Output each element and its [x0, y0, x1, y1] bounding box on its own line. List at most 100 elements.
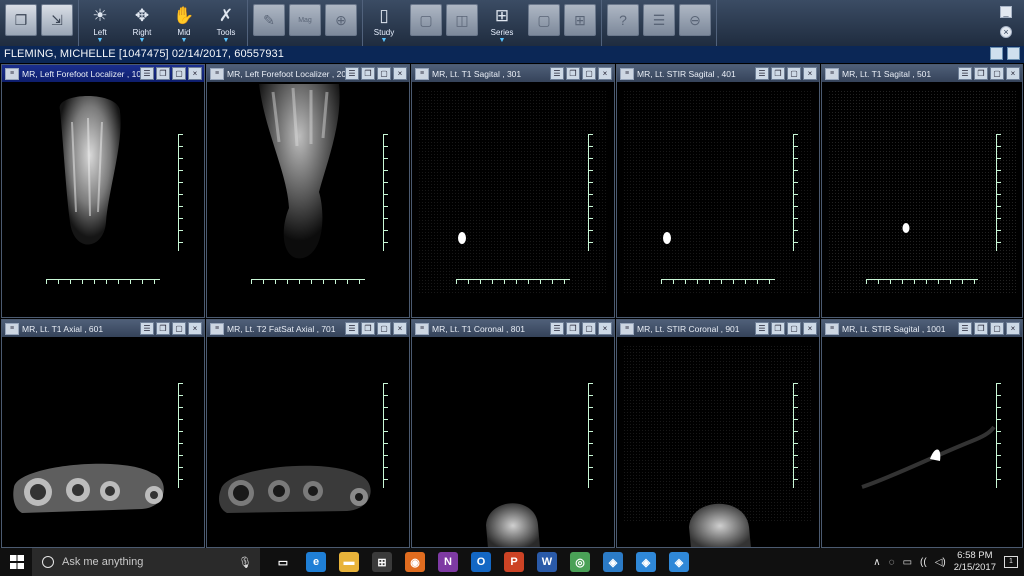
viewport-maximize-icon[interactable]: ▢ [172, 67, 186, 80]
viewport-info-icon[interactable]: ☰ [140, 322, 154, 335]
right-button[interactable]: ✥ Right [126, 4, 158, 37]
viewport-5[interactable]: ≡ MR, Lt. T1 Sagital , 501 ☰ ❐ ▢ × [821, 64, 1023, 318]
stop-button[interactable]: ⊖ [679, 4, 711, 36]
viewport-info-icon[interactable]: ☰ [345, 67, 359, 80]
copy-image-button[interactable]: ❐ [5, 4, 37, 36]
viewport-info-icon[interactable]: ☰ [958, 67, 972, 80]
localize-button[interactable]: ⊕ [325, 4, 357, 36]
left-button[interactable]: ☀ Left [84, 4, 116, 37]
viewport-8[interactable]: ≡ MR, Lt. T1 Coronal , 801 ☰ ❐ ▢ × [411, 319, 615, 548]
word-icon[interactable]: W [537, 552, 557, 572]
pacs-viewer-icon[interactable]: ◈ [603, 552, 623, 572]
microphone-icon[interactable]: 🎙 [238, 556, 252, 569]
viewport-maximize-icon[interactable]: ▢ [990, 322, 1004, 335]
viewport-menu-icon[interactable]: ≡ [415, 67, 429, 80]
viewport-copy-icon[interactable]: ❐ [156, 322, 170, 335]
viewport-info-icon[interactable]: ☰ [550, 322, 564, 335]
viewport-maximize-icon[interactable]: ▢ [990, 67, 1004, 80]
viewport-menu-icon[interactable]: ≡ [415, 322, 429, 335]
viewport-image[interactable] [2, 82, 204, 317]
viewport-copy-icon[interactable]: ❐ [974, 67, 988, 80]
export-button[interactable]: ⇲ [41, 4, 73, 36]
viewport-maximize-icon[interactable]: ▢ [172, 322, 186, 335]
chevron-up-icon[interactable]: ∧ [873, 557, 880, 568]
viewport-close-icon[interactable]: × [1006, 67, 1020, 80]
viewport-1[interactable]: ≡ MR, Left Forefoot Localizer , 101 ☰ ❐ ▢ × [1, 64, 205, 318]
viewport-image[interactable] [617, 82, 819, 317]
viewport-copy-icon[interactable]: ❐ [771, 322, 785, 335]
viewport-menu-icon[interactable]: ≡ [620, 322, 634, 335]
viewport-4[interactable]: ≡ MR, Lt. STIR Sagital , 401 ☰ ❐ ▢ × [616, 64, 820, 318]
viewport-copy-icon[interactable]: ❐ [361, 322, 375, 335]
viewport-copy-icon[interactable]: ❐ [361, 67, 375, 80]
viewport-info-icon[interactable]: ☰ [755, 67, 769, 80]
viewport-maximize-icon[interactable]: ▢ [377, 67, 391, 80]
help-button[interactable]: ? [607, 4, 639, 36]
viewport-close-icon[interactable]: × [393, 322, 407, 335]
viewport-10[interactable]: ≡ MR, Lt. STIR Sagital , 1001 ☰ ❐ ▢ × [821, 319, 1023, 548]
viewport-copy-icon[interactable]: ❐ [566, 67, 580, 80]
viewport-close-icon[interactable]: × [803, 322, 817, 335]
viewport-image[interactable] [412, 82, 614, 317]
viewport-maximize-icon[interactable]: ▢ [787, 322, 801, 335]
windows-start-icon[interactable] [10, 555, 24, 569]
outlook-icon[interactable]: O [471, 552, 491, 572]
viewport-menu-icon[interactable]: ≡ [620, 67, 634, 80]
viewport-9[interactable]: ≡ MR, Lt. STIR Coronal , 901 ☰ ❐ ▢ × [616, 319, 820, 548]
viewport-maximize-icon[interactable]: ▢ [377, 322, 391, 335]
volume-icon[interactable]: ◁) [935, 557, 946, 568]
viewport-close-icon[interactable]: × [188, 67, 202, 80]
viewport-7[interactable]: ≡ MR, Lt. T2 FatSat Axial , 701 ☰ ❐ ▢ × [206, 319, 410, 548]
pacs-app-2-icon[interactable]: ◈ [636, 552, 656, 572]
firefox-icon[interactable]: ◉ [405, 552, 425, 572]
viewport-image[interactable] [822, 337, 1022, 547]
viewport-close-icon[interactable]: × [598, 67, 612, 80]
viewport-maximize-icon[interactable]: ▢ [787, 67, 801, 80]
viewport-image[interactable] [2, 337, 204, 547]
viewport-info-icon[interactable]: ☰ [550, 67, 564, 80]
edge-icon[interactable]: e [306, 552, 326, 572]
viewport-close-icon[interactable]: × [803, 67, 817, 80]
viewport-image[interactable] [412, 337, 614, 547]
action-center-icon[interactable]: 1 [1004, 556, 1018, 568]
taskbar-clock[interactable]: 6:58 PM 2/15/2017 [954, 550, 996, 574]
viewport-menu-icon[interactable]: ≡ [210, 322, 224, 335]
tools-button[interactable]: ✗ Tools [210, 4, 242, 37]
network-icon[interactable]: ◌ [889, 557, 895, 568]
layout-1x2-button[interactable]: ◫ [446, 4, 478, 36]
viewport-close-icon[interactable]: × [598, 322, 612, 335]
viewport-2[interactable]: ≡ MR, Left Forefoot Localizer , 201 ☰ ❐ ▢ × [206, 64, 410, 318]
viewport-info-icon[interactable]: ☰ [140, 67, 154, 80]
onenote-icon[interactable]: N [438, 552, 458, 572]
store-icon[interactable]: ⊞ [372, 552, 392, 572]
battery-icon[interactable]: ▭ [903, 557, 912, 568]
patient-close-icon[interactable] [1007, 47, 1020, 60]
image-1x1-button[interactable]: ▢ [528, 4, 560, 36]
viewport-6[interactable]: ≡ MR, Lt. T1 Axial , 601 ☰ ❐ ▢ × [1, 319, 205, 548]
viewport-copy-icon[interactable]: ❐ [156, 67, 170, 80]
layout-1x1-button[interactable]: ▢ [410, 4, 442, 36]
viewport-close-icon[interactable]: × [188, 322, 202, 335]
viewport-image[interactable] [617, 337, 819, 547]
viewport-info-icon[interactable]: ☰ [755, 322, 769, 335]
viewport-menu-icon[interactable]: ≡ [5, 322, 19, 335]
wifi-icon[interactable]: (( [920, 557, 927, 568]
powerpoint-icon[interactable]: P [504, 552, 524, 572]
viewport-copy-icon[interactable]: ❐ [771, 67, 785, 80]
report-button[interactable]: ✎ [253, 4, 285, 36]
close-icon[interactable]: × [1000, 26, 1012, 38]
viewport-menu-icon[interactable]: ≡ [825, 322, 839, 335]
viewport-copy-icon[interactable]: ❐ [566, 322, 580, 335]
viewport-image[interactable] [207, 82, 409, 317]
viewport-info-icon[interactable]: ☰ [958, 322, 972, 335]
file-explorer-icon[interactable]: ▬ [339, 552, 359, 572]
viewport-maximize-icon[interactable]: ▢ [582, 322, 596, 335]
magnify-button[interactable]: Mag [289, 4, 321, 36]
list-button[interactable]: ☰ [643, 4, 675, 36]
viewport-image[interactable] [207, 337, 409, 547]
study-button[interactable]: ▯ Study [368, 4, 400, 37]
viewport-image[interactable] [822, 82, 1022, 317]
cortana-search-box[interactable]: Ask me anything 🎙 [32, 548, 260, 576]
viewport-info-icon[interactable]: ☰ [345, 322, 359, 335]
pacs-app-3-icon[interactable]: ◈ [669, 552, 689, 572]
